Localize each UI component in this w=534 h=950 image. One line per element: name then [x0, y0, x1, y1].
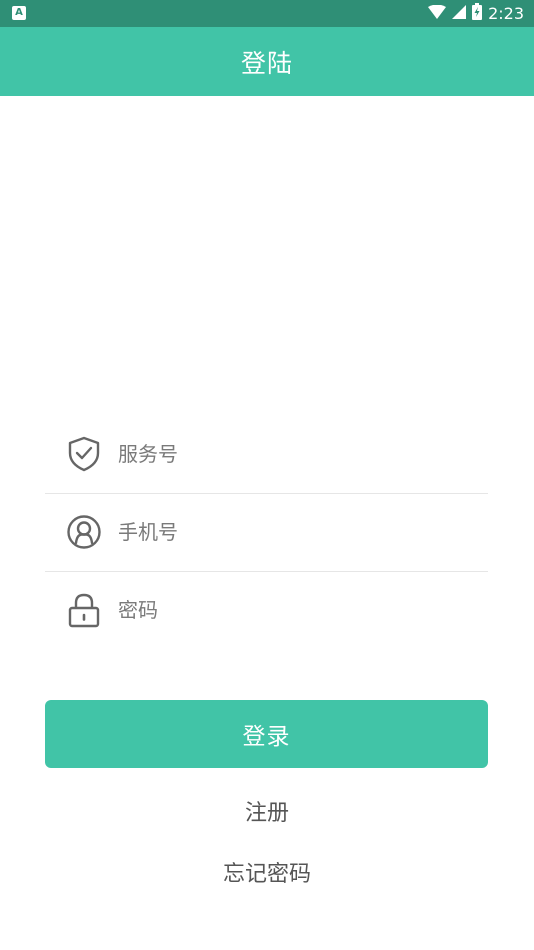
forgot-password-link[interactable]: 忘记密码	[0, 856, 534, 888]
shield-check-icon	[66, 436, 102, 472]
service-number-row	[45, 415, 488, 494]
lock-icon	[66, 592, 102, 628]
password-input[interactable]	[118, 598, 458, 622]
app-notification-icon: A	[12, 6, 26, 20]
service-number-input[interactable]	[118, 442, 458, 466]
register-link[interactable]: 注册	[0, 795, 534, 827]
battery-charging-icon	[472, 3, 483, 24]
status-icons: 2:23	[428, 0, 524, 27]
phone-input[interactable]	[118, 520, 458, 544]
status-bar: A 2:23	[0, 0, 534, 27]
status-time: 2:23	[488, 4, 524, 23]
password-row	[45, 571, 488, 649]
phone-row	[45, 493, 488, 572]
login-button[interactable]: 登录	[45, 700, 488, 768]
signal-icon	[452, 4, 467, 23]
page-title: 登陆	[240, 48, 293, 78]
user-circle-icon	[66, 514, 102, 550]
wifi-icon	[428, 4, 447, 23]
app-bar: 登陆	[0, 27, 534, 96]
